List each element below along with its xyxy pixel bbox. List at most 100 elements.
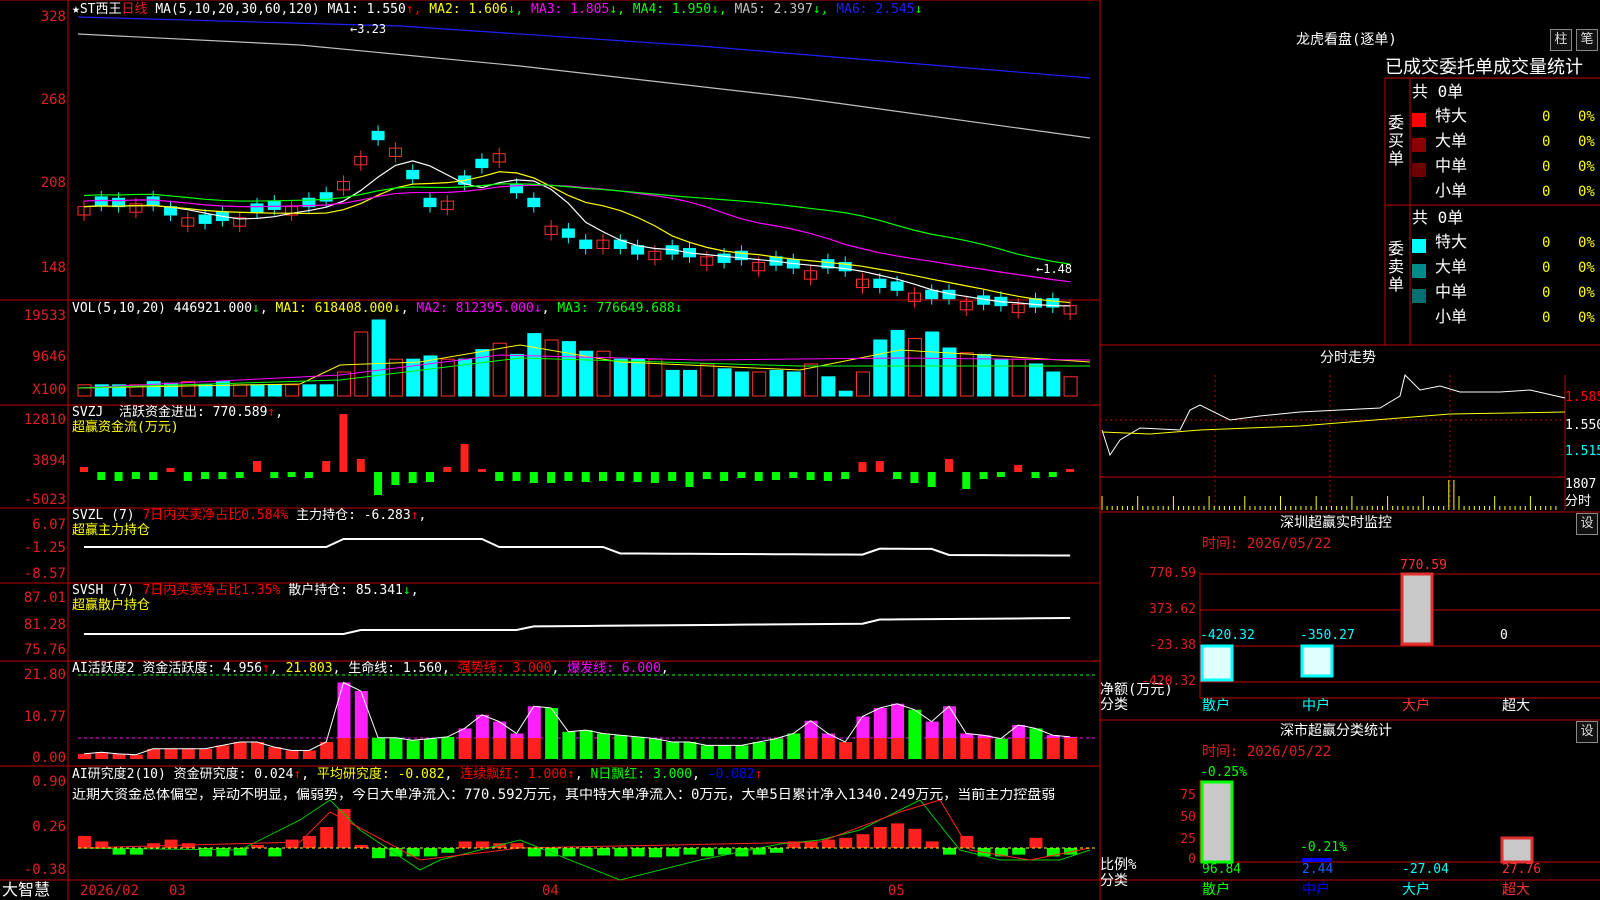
order-row-percent: 0% [1578, 134, 1595, 150]
ai2-bar [458, 841, 472, 848]
bar-mode-button[interactable]: 柱 [1550, 29, 1572, 51]
period-label[interactable]: 日线 [121, 2, 147, 17]
volume-bar [198, 384, 213, 397]
ai2-bar [839, 837, 853, 848]
svzj-bar [218, 472, 227, 479]
sz-class-y-tick: 0 [1188, 852, 1196, 867]
fenshi-y-high: 1.585 [1565, 390, 1600, 405]
svsh-y-tick: 75.76 [23, 642, 66, 658]
svzj-bar [633, 472, 642, 482]
ai1-bar [648, 738, 662, 759]
ai2-bar [683, 848, 697, 855]
svzj-bar [114, 472, 123, 481]
ai1-bar-base [337, 738, 351, 759]
svzj-bar [183, 472, 192, 481]
order-color-swatch [1412, 163, 1426, 177]
low-mark: ←1.48 [1036, 262, 1073, 276]
lhb-subtitle: 已成交委托单成交量统计 [1385, 57, 1583, 78]
svzj-bar [893, 472, 902, 479]
volume-bar [1011, 358, 1026, 397]
sz-monitor-settings-button[interactable]: 设 [1576, 513, 1598, 535]
order-row-percent: 0% [1578, 235, 1595, 251]
volume-bar [181, 381, 196, 397]
sz-monitor-fen: 分类 [1100, 697, 1128, 713]
candle [579, 239, 593, 249]
candle [561, 228, 575, 238]
svzj-bar [581, 472, 590, 482]
ai1-bar-base [856, 738, 870, 759]
ai1-bar-base [1029, 738, 1043, 759]
vol-y-tick: X100 [32, 382, 66, 398]
ai1-bar [216, 745, 230, 759]
volume-bar [492, 342, 507, 397]
ai1-bar-top [873, 708, 887, 738]
ma-legend-item: MA1: 1.550 [327, 2, 406, 17]
sz-monitor-value: -420.32 [1200, 628, 1255, 643]
sz-class-bottom-value: -27.04 [1402, 862, 1449, 877]
ai1-bar [683, 742, 697, 759]
sz-class-category: 中户 [1302, 882, 1330, 898]
svzj-bar [356, 459, 365, 472]
candle [250, 203, 264, 213]
order-color-swatch [1412, 289, 1426, 303]
ai2-bar [873, 827, 887, 848]
ma2-line [83, 171, 1071, 304]
ai1-bar-base [389, 738, 403, 759]
ai2-bar [1029, 837, 1043, 848]
ai1-bar-base [891, 738, 905, 759]
svzj-bar [339, 414, 348, 472]
volume-bar [561, 341, 576, 397]
ai1-bar-base [925, 738, 939, 759]
ai1-bar [199, 748, 213, 759]
volume-bar [285, 384, 300, 397]
ai2-bar [770, 848, 783, 853]
ai2-bar [320, 827, 334, 848]
sz-class-bottom-value: 96.84 [1202, 862, 1242, 877]
ai1-bar [320, 742, 334, 759]
svzj-bar [910, 472, 919, 483]
volume-bar [873, 339, 888, 397]
tick-mode-button[interactable]: 笔 [1576, 29, 1598, 51]
sz-class-settings-button[interactable]: 设 [1576, 721, 1598, 743]
ai1-bar [424, 738, 437, 759]
volume-bar [250, 384, 265, 397]
ai2-bar [579, 848, 593, 857]
svzj-bar [201, 472, 210, 479]
ai2-bar [856, 834, 870, 848]
sz-monitor-value: 0 [1500, 628, 1508, 643]
ai2-bar [718, 848, 732, 855]
ai1-bar [700, 745, 714, 759]
volume-bar [734, 371, 749, 397]
ai1-bar-base [977, 738, 991, 759]
stock-name[interactable]: ST西王 [80, 2, 122, 17]
ai1-bar-base [510, 738, 524, 759]
order-row-value: 0 [1542, 235, 1551, 251]
fenshi-y-mid: 1.550 [1565, 418, 1600, 433]
ai2-bar [424, 848, 437, 857]
ai1-bar-base [908, 738, 922, 759]
svzj-bar [789, 472, 798, 478]
ai2-bar [614, 848, 628, 857]
svzj-bar [235, 472, 244, 478]
fenshi-vol-label: 1807 [1565, 477, 1597, 492]
volume-bar [510, 353, 524, 397]
volume-bar [1046, 371, 1061, 397]
svzj-bar [1014, 465, 1023, 472]
ma-legend-item: MA4: 1.950 [624, 2, 712, 17]
volume-bar [337, 371, 351, 397]
svzj-bar [97, 472, 106, 480]
ai1-bar-top [493, 721, 507, 738]
svzj-bar [754, 472, 763, 481]
ai1-bar [735, 745, 749, 759]
ai1-bar-top [908, 709, 922, 738]
ai2-bar [164, 839, 178, 848]
sz-class-top-value: -0.21% [1300, 840, 1347, 855]
volume-bar [1029, 363, 1043, 397]
svzj-bar [512, 472, 521, 481]
sz-monitor-category: 中户 [1302, 698, 1330, 714]
ma-label: MA(5,10,20,30,60,120) [155, 2, 320, 17]
sz-class-top-value: -0.25% [1200, 765, 1247, 780]
ai1-bar [233, 742, 247, 759]
order-row-value: 0 [1542, 285, 1551, 301]
ai1-bar-top [527, 706, 541, 738]
